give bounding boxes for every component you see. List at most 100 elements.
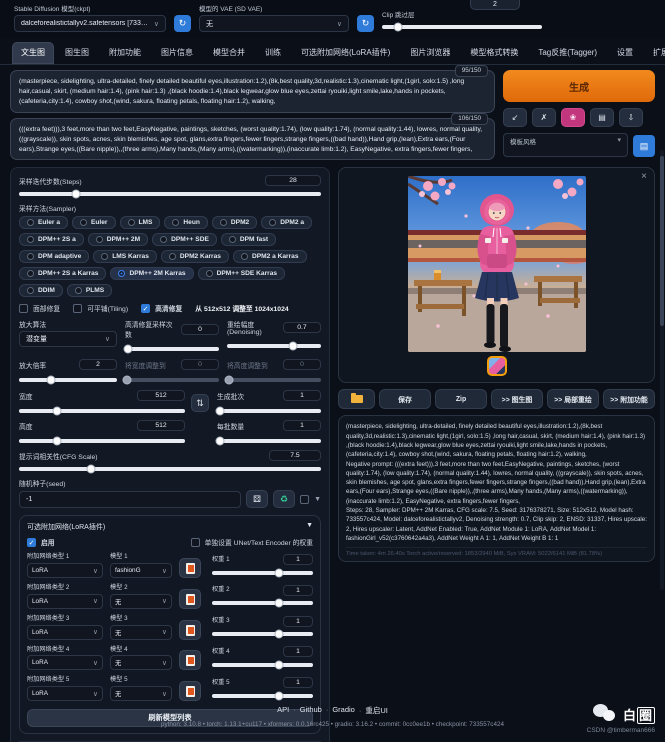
lora-type-select[interactable]: LoRA ∨ [27, 625, 103, 640]
resize-width-value[interactable]: 0 [181, 359, 219, 370]
upscale-by-slider[interactable] [19, 374, 117, 385]
lora-weight-slider[interactable] [212, 598, 313, 609]
lora-weight-value[interactable]: 1 [283, 677, 313, 688]
main-tab[interactable]: 设置 [608, 42, 642, 64]
cfg-slider[interactable] [19, 463, 321, 474]
lora-weight-value[interactable]: 1 [283, 646, 313, 657]
main-tab[interactable]: 扩展 [644, 42, 665, 64]
output-action-button[interactable]: >> 附加功能 [603, 389, 655, 409]
main-tab[interactable]: Tag反推(Tagger) [529, 42, 606, 64]
gallery-thumbnail[interactable] [487, 356, 507, 376]
main-tab[interactable]: 模型合并 [204, 42, 254, 64]
output-action-button[interactable]: >> 图生图 [491, 389, 543, 409]
refresh-vae-button[interactable]: ↻ [357, 15, 374, 32]
swap-dimensions-button[interactable]: ⇅ [191, 394, 209, 412]
batch-count-value[interactable]: 1 [283, 390, 321, 401]
lora-model-info-button[interactable] [179, 650, 201, 670]
lora-weight-value[interactable]: 1 [283, 616, 313, 627]
main-tab[interactable]: 训练 [256, 42, 290, 64]
steps-slider[interactable] [19, 188, 321, 199]
sampler-option[interactable]: DPM adaptive [19, 250, 89, 263]
sampler-option[interactable]: DPM2 [212, 216, 257, 229]
main-tab[interactable]: 图片信息 [152, 42, 202, 64]
width-value[interactable]: 512 [137, 390, 185, 401]
lora-type-select[interactable]: LoRA ∨ [27, 594, 103, 609]
generate-button[interactable]: 生成 [503, 70, 655, 102]
sampler-option[interactable]: PLMS [67, 284, 112, 297]
lora-model-select[interactable]: 无 ∨ [110, 686, 172, 701]
batch-count-slider[interactable] [217, 405, 321, 416]
cfg-value[interactable]: 7.5 [269, 450, 321, 461]
scrollbar-thumb[interactable] [660, 156, 664, 326]
sampler-option[interactable]: DPM2 a [261, 216, 312, 229]
upscale-by-value[interactable]: 2 [79, 359, 117, 370]
height-slider[interactable] [19, 435, 185, 446]
upscaler-select[interactable]: 潜变量 ∨ [19, 331, 117, 347]
lora-model-select[interactable]: 无 ∨ [110, 655, 172, 670]
refresh-checkpoint-button[interactable]: ↻ [174, 15, 191, 32]
sampler-option[interactable]: DPM fast [221, 233, 276, 246]
lora-weight-slider[interactable] [212, 567, 313, 578]
lora-model-info-button[interactable] [179, 681, 201, 701]
checkpoint-select[interactable]: dalceforealistictallyv2.safetensors [733… [14, 15, 166, 32]
random-seed-button[interactable]: ⚄ [246, 490, 268, 508]
seed-input[interactable]: -1 [19, 491, 241, 508]
lora-weight-value[interactable]: 1 [283, 585, 313, 596]
generated-image[interactable] [408, 176, 586, 352]
sampler-option[interactable]: DPM++ 2S a [19, 233, 84, 246]
main-tab[interactable]: 图生图 [56, 42, 98, 64]
main-tab[interactable]: 可选附加网络(LoRA插件) [292, 42, 399, 64]
denoising-value[interactable]: 0.7 [283, 322, 321, 333]
prompt-tool-button[interactable]: ✗ [532, 108, 556, 127]
sampler-option[interactable]: DPM++ 2M [88, 233, 148, 246]
denoising-slider[interactable] [227, 340, 321, 351]
negative-prompt-input[interactable]: 106/150 (((extra feet))),3 feet,more tha… [10, 118, 495, 161]
resize-height-slider[interactable] [227, 374, 321, 385]
lora-weight-slider[interactable] [212, 629, 313, 640]
sampler-option[interactable]: DPM++ 2S a Karras [19, 267, 106, 280]
vae-select[interactable]: 无 ∨ [199, 15, 349, 32]
footer-link[interactable]: API [277, 705, 289, 716]
lora-model-info-button[interactable] [179, 589, 201, 609]
height-value[interactable]: 512 [137, 420, 185, 431]
lora-weight-slider[interactable] [212, 659, 313, 670]
width-slider[interactable] [19, 405, 185, 416]
sampler-option[interactable]: DPM2 a Karras [233, 250, 307, 263]
sampler-option[interactable]: Euler [72, 216, 116, 229]
prompt-tool-button[interactable]: ▤ [590, 108, 614, 127]
tiling-checkbox[interactable] [73, 304, 82, 313]
prompt-input[interactable]: 95/150 (masterpiece, sidelighting, ultra… [10, 70, 495, 113]
lora-weight-value[interactable]: 1 [283, 554, 313, 565]
sampler-option[interactable]: DPM++ SDE Karras [198, 267, 285, 280]
sampler-option[interactable]: LMS [120, 216, 161, 229]
prompt-tool-button[interactable]: ↙ [503, 108, 527, 127]
lora-type-select[interactable]: LoRA ∨ [27, 563, 103, 578]
output-action-button[interactable]: 保存 [379, 389, 431, 409]
page-scrollbar[interactable] [660, 150, 664, 590]
sampler-option[interactable]: Euler a [19, 216, 68, 229]
sampler-option[interactable]: DPM++ SDE [152, 233, 217, 246]
sampler-option[interactable]: Heun [164, 216, 207, 229]
lora-model-info-button[interactable] [179, 558, 201, 578]
lora-model-select[interactable]: fashionG ∨ [110, 563, 172, 578]
sampler-option[interactable]: DDIM [19, 284, 63, 297]
main-tab[interactable]: 附加功能 [100, 42, 150, 64]
output-action-button[interactable]: Zip [435, 389, 487, 409]
main-tab[interactable]: 图片浏览器 [401, 42, 459, 64]
prompt-tool-button[interactable]: ❀ [561, 108, 585, 127]
batch-size-value[interactable]: 1 [283, 420, 321, 431]
prompt-tool-button[interactable]: ⇩ [619, 108, 643, 127]
lora-weight-slider[interactable] [212, 690, 313, 701]
hires-fix-checkbox[interactable]: ✓ [141, 304, 150, 313]
hires-steps-value[interactable]: 0 [181, 324, 219, 335]
lora-model-select[interactable]: 无 ∨ [110, 594, 172, 609]
hires-steps-slider[interactable] [125, 343, 219, 354]
sampler-option[interactable]: LMS Karras [93, 250, 157, 263]
footer-link[interactable]: Gradio [326, 705, 355, 716]
footer-link[interactable]: 重启UI [359, 705, 388, 716]
output-action-button[interactable]: >> 局部重绘 [547, 389, 599, 409]
lora-panel-header[interactable]: 可选附加网络(LoRA插件) ▼ [27, 522, 313, 532]
styles-refresh-button[interactable]: ▤ [633, 135, 655, 157]
extra-seed-checkbox[interactable] [300, 495, 309, 504]
lora-model-select[interactable]: 无 ∨ [110, 625, 172, 640]
